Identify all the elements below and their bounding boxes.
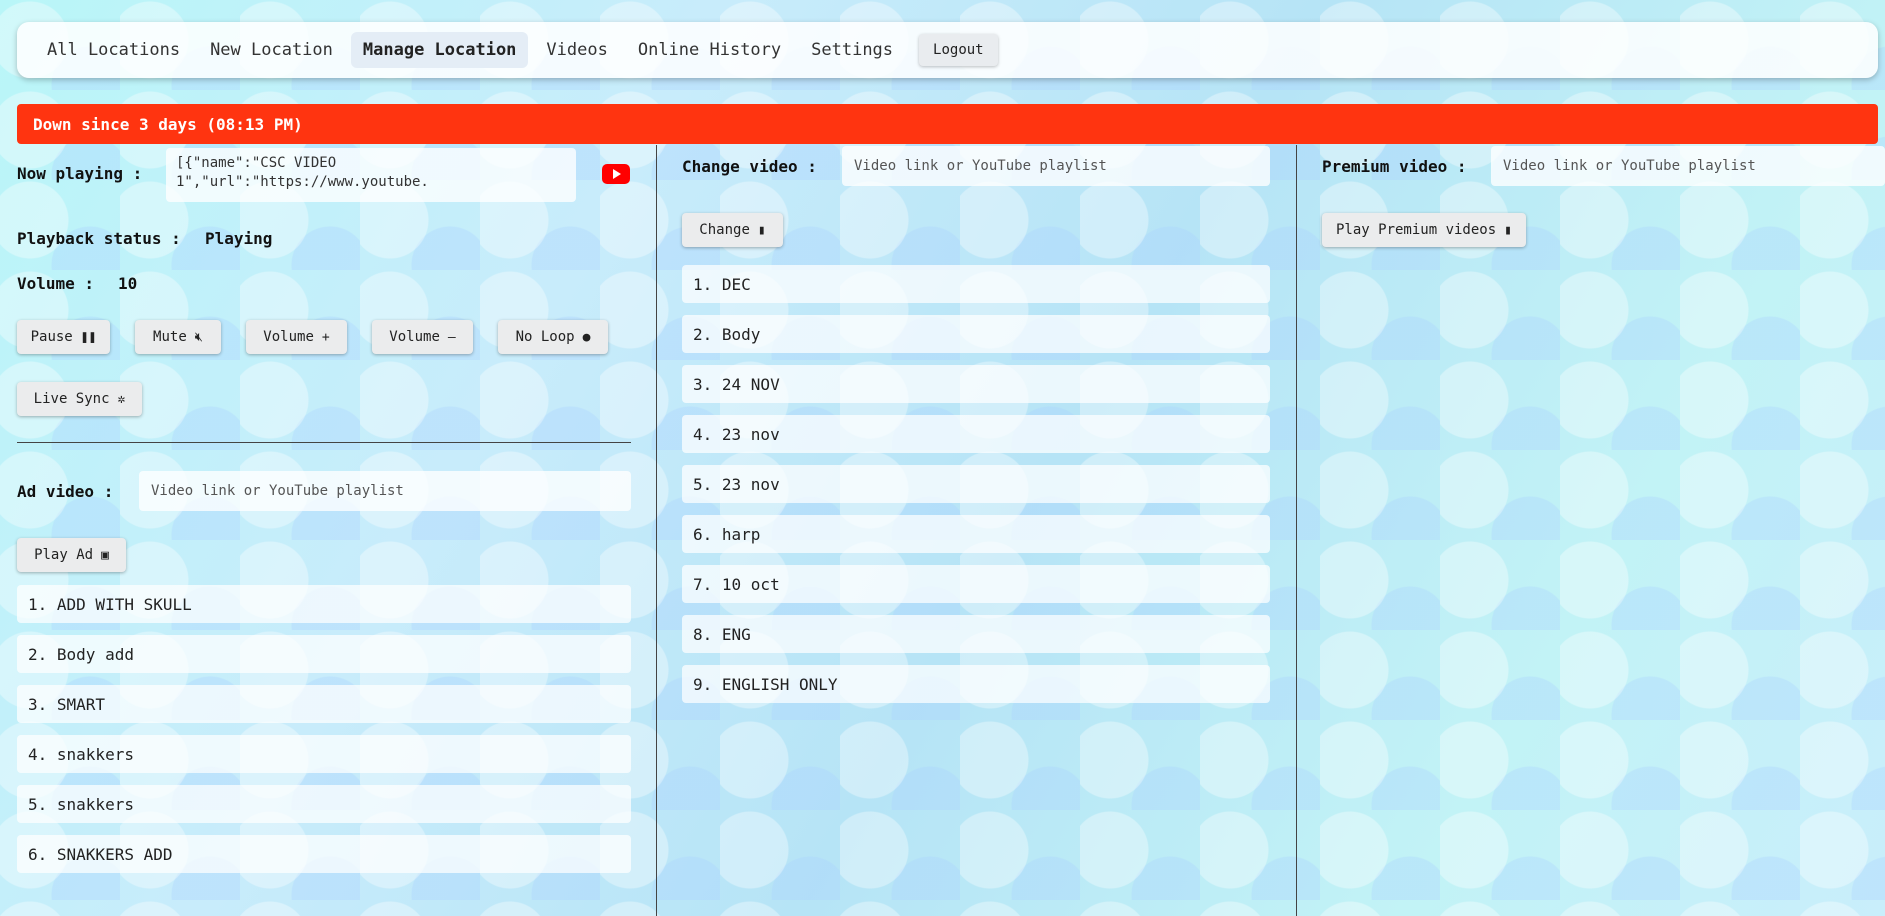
- volume-value: 10: [118, 274, 138, 293]
- change-video-input[interactable]: Video link or YouTube playlist: [842, 146, 1270, 186]
- change-video-label: Change video :: [682, 157, 817, 176]
- play-premium-label: Play Premium videos: [1336, 222, 1497, 238]
- nav-settings[interactable]: Settings: [799, 32, 905, 68]
- volume-up-button[interactable]: Volume +: [246, 320, 347, 354]
- change-video-placeholder: Video link or YouTube playlist: [854, 158, 1107, 174]
- play-ad-button[interactable]: Play Ad ▣: [17, 538, 126, 572]
- video-list-item[interactable]: 9. ENGLISH ONLY: [682, 665, 1270, 703]
- logout-button[interactable]: Logout: [919, 34, 998, 66]
- no-loop-label: No Loop: [515, 329, 575, 345]
- volume-up-label: Volume: [263, 329, 314, 345]
- ad-video-label: Ad video :: [17, 482, 114, 501]
- video-list-item[interactable]: 1. DEC: [682, 265, 1270, 303]
- file-icon: ▮: [1504, 222, 1512, 238]
- ad-video-input[interactable]: Video link or YouTube playlist: [139, 471, 631, 511]
- nav-videos[interactable]: Videos: [534, 32, 619, 68]
- play-premium-button[interactable]: Play Premium videos ▮: [1322, 213, 1526, 247]
- ad-video-placeholder: Video link or YouTube playlist: [151, 483, 404, 499]
- ad-list-item[interactable]: 6. SNAKKERS ADD: [17, 835, 631, 873]
- mute-button[interactable]: Mute 🔇︎: [135, 320, 221, 354]
- now-playing-label: Now playing :: [17, 164, 143, 183]
- volume-down-button[interactable]: Volume –: [372, 320, 473, 354]
- volume-label: Volume :: [17, 274, 95, 293]
- live-sync-label: Live Sync: [33, 391, 110, 407]
- nav-all-locations[interactable]: All Locations: [35, 32, 192, 68]
- section-divider: [17, 442, 631, 443]
- now-playing-value: [{"name":"CSC VIDEO 1","url":"https://ww…: [166, 148, 576, 202]
- play-ad-label: Play Ad: [34, 547, 94, 563]
- video-list-item[interactable]: 7. 10 oct: [682, 565, 1270, 603]
- nav-new-location[interactable]: New Location: [198, 32, 345, 68]
- change-button-label: Change: [699, 222, 750, 238]
- video-list-item[interactable]: 5. 23 nov: [682, 465, 1270, 503]
- ad-list-item[interactable]: 2. Body add: [17, 635, 631, 673]
- speaker-mute-icon: 🔇︎: [194, 329, 203, 345]
- column-divider: [656, 145, 657, 916]
- ad-icon: ▣: [101, 547, 109, 563]
- premium-video-label: Premium video :: [1322, 157, 1467, 176]
- nav-manage-location[interactable]: Manage Location: [350, 32, 529, 68]
- volume-down-label: Volume: [389, 329, 440, 345]
- video-list-item[interactable]: 4. 23 nov: [682, 415, 1270, 453]
- ad-list-item[interactable]: 4. snakkers: [17, 735, 631, 773]
- premium-video-input[interactable]: Video link or YouTube playlist: [1491, 146, 1885, 186]
- minus-icon: –: [447, 329, 456, 345]
- mute-label: Mute: [153, 329, 187, 345]
- ad-list-item[interactable]: 3. SMART: [17, 685, 631, 723]
- no-loop-button[interactable]: No Loop ●: [498, 320, 608, 354]
- video-list-item[interactable]: 3. 24 NOV: [682, 365, 1270, 403]
- pause-button[interactable]: Pause ❚❚: [17, 320, 110, 354]
- status-banner-text: Down since 3 days (08:13 PM): [33, 114, 303, 134]
- pause-icon: ❚❚: [80, 329, 97, 345]
- playback-status-label: Playback status :: [17, 229, 181, 248]
- file-icon: ▮: [757, 222, 766, 238]
- youtube-icon[interactable]: [602, 164, 630, 184]
- video-list-item[interactable]: 8. ENG: [682, 615, 1270, 653]
- premium-video-placeholder: Video link or YouTube playlist: [1503, 158, 1756, 174]
- top-nav: All Locations New Location Manage Locati…: [17, 22, 1878, 78]
- sync-icon: ✲: [117, 391, 126, 407]
- column-divider: [1296, 145, 1297, 916]
- pause-label: Pause: [30, 329, 73, 345]
- ad-list-item[interactable]: 5. snakkers: [17, 785, 631, 823]
- nav-online-history[interactable]: Online History: [626, 32, 793, 68]
- plus-icon: +: [321, 329, 330, 345]
- change-button[interactable]: Change ▮: [682, 213, 783, 247]
- status-banner: Down since 3 days (08:13 PM): [17, 104, 1878, 144]
- ad-list-item[interactable]: 1. ADD WITH SKULL: [17, 585, 631, 623]
- loop-off-icon: ●: [582, 329, 591, 345]
- playback-status-value: Playing: [205, 229, 273, 248]
- video-list-item[interactable]: 2. Body: [682, 315, 1270, 353]
- video-list-item[interactable]: 6. harp: [682, 515, 1270, 553]
- live-sync-button[interactable]: Live Sync ✲: [17, 382, 142, 416]
